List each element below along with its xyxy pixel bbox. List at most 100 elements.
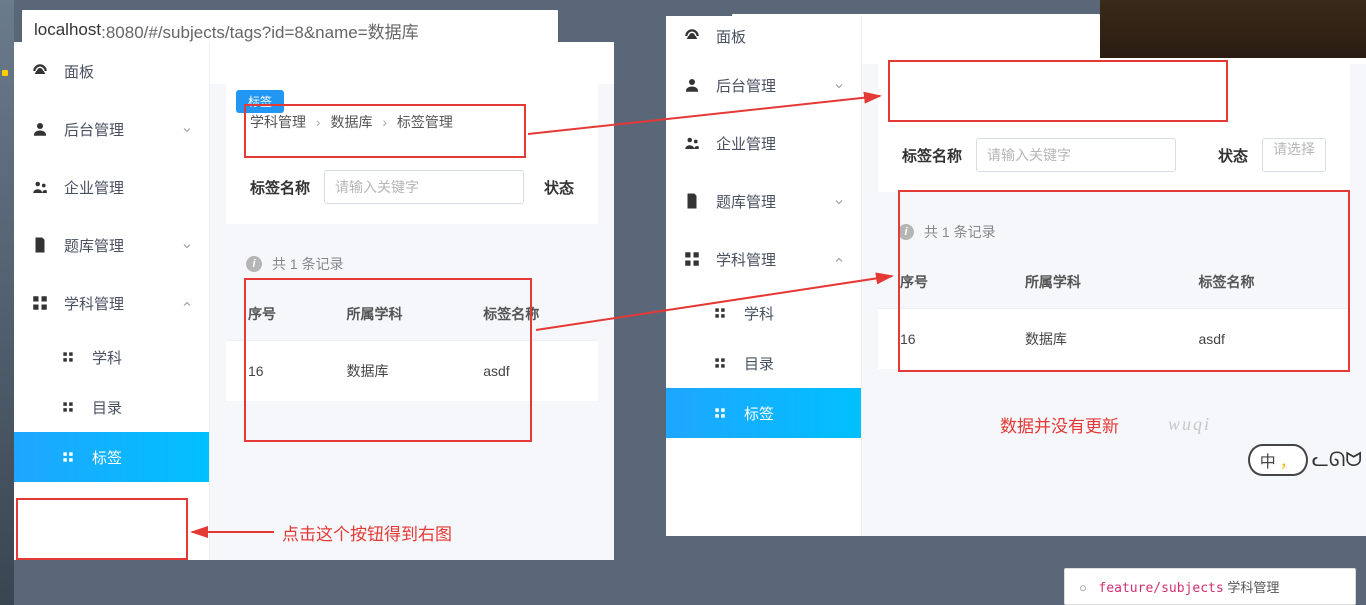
panel-left: 面板 后台管理 企业管理 题库管理: [14, 42, 614, 560]
annotation-click-caption: 点击这个按钮得到右图: [282, 520, 452, 545]
table-card: i 共 1 条记录 序号 所属学科 标签名称 16 数据库 asdf: [226, 240, 598, 401]
apps-icon: [710, 353, 730, 373]
apps-icon: [710, 303, 730, 323]
chevron-down-icon: [833, 79, 845, 91]
tagname-input[interactable]: [976, 138, 1176, 172]
url-host: localhost: [34, 20, 101, 40]
record-count-bar: i 共 1 条记录: [226, 240, 598, 288]
sidebar-sub-label: 标签: [92, 447, 193, 468]
git-branch-snippet: ○ feature/subjects 学科管理: [1064, 568, 1356, 605]
sidebar-item-label: 面板: [716, 26, 845, 47]
sidebar-sub-catalog[interactable]: 目录: [666, 338, 861, 388]
filter-row: 标签名称 状态: [226, 150, 598, 224]
dark-background-strip: [1100, 0, 1366, 58]
user-icon: [30, 119, 50, 139]
sidebar-item-label: 题库管理: [64, 235, 181, 256]
sidebar-item-label: 企业管理: [716, 133, 845, 154]
col-index: 序号: [878, 256, 1003, 309]
filter-label-tagname: 标签名称: [250, 177, 310, 198]
sidebar-sub-label: 标签: [744, 403, 845, 424]
breadcrumb-empty: [878, 64, 1350, 118]
branch-desc: 学科管理: [1227, 580, 1279, 595]
doc-icon: [30, 235, 50, 255]
desktop-edge: [0, 0, 14, 605]
sidebar-item-admin[interactable]: 后台管理: [666, 56, 861, 114]
table-card: i 共 1 条记录 序号 所属学科 标签名称 16 数据库 asdf: [878, 208, 1350, 369]
breadcrumb-c: 标签管理: [397, 114, 453, 130]
sidebar-item-subjects[interactable]: 学科管理: [14, 274, 209, 332]
org-icon: [30, 177, 50, 197]
sidebar-item-questions[interactable]: 题库管理: [666, 172, 861, 230]
table-row[interactable]: 16 数据库 asdf: [226, 341, 598, 402]
sidebar-sub-subject[interactable]: 学科: [666, 288, 861, 338]
dashboard-icon: [30, 61, 50, 81]
state-select[interactable]: 请选择: [1262, 138, 1326, 172]
data-table: 序号 所属学科 标签名称 16 数据库 asdf: [226, 288, 598, 401]
info-icon: i: [246, 256, 262, 272]
grid-icon: [30, 293, 50, 313]
cell-tagname: asdf: [1176, 309, 1350, 370]
chevron-down-icon: [181, 239, 193, 251]
doc-icon: [682, 191, 702, 211]
cell-tagname: asdf: [461, 341, 598, 402]
sidebar-item-label: 面板: [64, 61, 193, 82]
tagname-input[interactable]: [324, 170, 524, 204]
chevron-up-icon: [833, 253, 845, 265]
sidebar-left: 面板 后台管理 企业管理 题库管理: [14, 42, 210, 560]
sidebar-item-label: 后台管理: [716, 75, 833, 96]
ime-bubble[interactable]: 中 ， ᓚᘏᗢ: [1232, 435, 1362, 485]
col-subject: 所属学科: [324, 288, 461, 341]
table-header-row: 序号 所属学科 标签名称: [878, 256, 1350, 309]
cell-subject: 数据库: [324, 341, 461, 402]
tag-pill[interactable]: 标签: [236, 90, 284, 113]
record-count-text: 共 1 条记录: [924, 222, 996, 242]
sidebar-item-label: 企业管理: [64, 177, 193, 198]
apps-icon: [58, 447, 78, 467]
col-tagname: 标签名称: [1176, 256, 1350, 309]
col-subject: 所属学科: [1003, 256, 1177, 309]
sidebar-item-subjects[interactable]: 学科管理: [666, 230, 861, 288]
filter-label-tagname: 标签名称: [902, 145, 962, 166]
sidebar-item-panel[interactable]: 面板: [666, 16, 861, 56]
sidebar-item-label: 题库管理: [716, 191, 833, 212]
sidebar-item-enterprise[interactable]: 企业管理: [666, 114, 861, 172]
sidebar-sub-label: 学科: [744, 303, 845, 324]
table-row[interactable]: 16 数据库 asdf: [878, 309, 1350, 370]
apps-icon: [58, 397, 78, 417]
branch-name: feature/subjects: [1098, 581, 1223, 596]
sidebar-sub-label: 目录: [92, 397, 193, 418]
cell-index: 16: [226, 341, 324, 402]
apps-icon: [58, 347, 78, 367]
sidebar-sub-label: 目录: [744, 353, 845, 374]
grid-icon: [682, 249, 702, 269]
chevron-up-icon: [181, 297, 193, 309]
sidebar-sub-subject[interactable]: 学科: [14, 332, 209, 382]
breadcrumb-b[interactable]: 数据库: [330, 114, 372, 130]
sidebar-right: 面板 后台管理 企业管理 题库管理: [666, 16, 862, 536]
apps-icon: [710, 403, 730, 423]
record-count-text: 共 1 条记录: [272, 254, 344, 274]
sidebar-item-questions[interactable]: 题库管理: [14, 216, 209, 274]
sidebar-item-label: 后台管理: [64, 119, 181, 140]
sidebar-item-label: 学科管理: [64, 293, 181, 314]
chevron-down-icon: [833, 195, 845, 207]
sidebar-item-admin[interactable]: 后台管理: [14, 100, 209, 158]
filter-row: 标签名称 状态 请选择: [878, 118, 1350, 192]
cat-face-icon: ᓚᘏᗢ: [1312, 450, 1362, 470]
tag-pill-label: 标签: [248, 95, 272, 109]
sidebar-item-enterprise[interactable]: 企业管理: [14, 158, 209, 216]
url-path: :8080/#/subjects/tags?id=8&name=数据库: [101, 18, 419, 43]
sidebar-sub-tags[interactable]: 标签: [14, 432, 209, 482]
breadcrumb-a[interactable]: 学科管理: [250, 114, 306, 130]
sidebar-sub-catalog[interactable]: 目录: [14, 382, 209, 432]
dashboard-icon: [682, 26, 702, 46]
sidebar-item-panel[interactable]: 面板: [14, 42, 209, 100]
filter-label-state: 状态: [1218, 145, 1248, 166]
breadcrumb-sep-icon: ›: [382, 114, 387, 130]
sidebar-sub-label: 学科: [92, 347, 193, 368]
sidebar-sub-tags[interactable]: 标签: [666, 388, 861, 438]
cell-subject: 数据库: [1003, 309, 1177, 370]
filter-label-state: 状态: [544, 177, 574, 198]
annotation-not-updated: 数据并没有更新: [1000, 412, 1119, 437]
ime-bubble-text: 中: [1260, 448, 1276, 472]
